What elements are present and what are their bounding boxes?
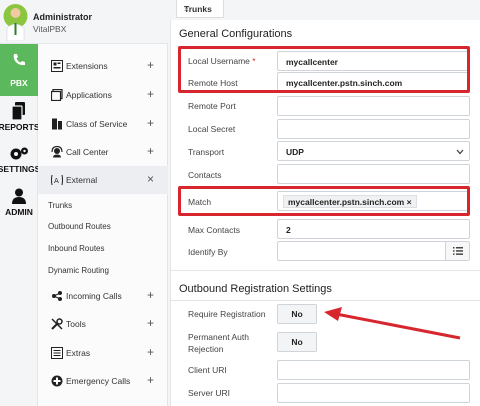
- expand-icon[interactable]: +: [147, 87, 154, 101]
- menu-item-class-of-service[interactable]: Class of Service +: [38, 110, 168, 138]
- label-max-contacts: Max Contacts: [188, 225, 240, 235]
- client-uri-input[interactable]: [277, 360, 470, 380]
- label-local-secret: Local Secret: [188, 124, 236, 134]
- menu-item-label: Incoming Calls: [66, 291, 122, 301]
- require-registration-toggle[interactable]: No: [277, 304, 317, 324]
- highlight-box-match: [178, 186, 470, 216]
- close-icon[interactable]: ×: [184, 4, 189, 14]
- rail-pbx[interactable]: PBX: [0, 44, 38, 96]
- expand-icon[interactable]: +: [147, 373, 154, 387]
- highlight-box-credentials: [178, 46, 470, 93]
- menu-item-tools[interactable]: Tools +: [38, 310, 168, 338]
- user-icon: [12, 188, 26, 204]
- identify-by-select[interactable]: [277, 241, 470, 261]
- tools-icon: [51, 318, 63, 330]
- avatar: [3, 4, 28, 41]
- menu-item-label: Extras: [66, 348, 91, 358]
- menu-item-external[interactable]: A External ×: [38, 166, 168, 194]
- label-remote-port: Remote Port: [188, 101, 236, 111]
- transport-select[interactable]: UDP: [277, 141, 470, 161]
- submenu-inbound-routes[interactable]: Inbound Routes: [48, 244, 105, 253]
- user-name: Administrator: [33, 12, 93, 22]
- label-identify-by: Identify By: [188, 247, 228, 257]
- remote-port-input[interactable]: [277, 96, 470, 116]
- menu-item-label: External: [66, 175, 98, 185]
- field-value: 2: [286, 225, 291, 235]
- rail-reports[interactable]: REPORTS: [0, 96, 40, 144]
- menu-item-extensions[interactable]: Extensions +: [38, 52, 168, 80]
- label-server-uri: Server URI: [188, 388, 231, 398]
- tab-trunks[interactable]: Trunks ×: [176, 0, 224, 18]
- incoming-calls-icon: [52, 291, 62, 301]
- menu-item-label: Call Center: [66, 147, 109, 157]
- menu-item-applications[interactable]: Applications +: [38, 81, 168, 109]
- collapse-icon[interactable]: ×: [147, 172, 154, 186]
- menu-item-label: Class of Service: [66, 119, 128, 129]
- menu-item-label: Emergency Calls: [66, 376, 131, 386]
- section-title-outbound: Outbound Registration Settings: [179, 283, 332, 295]
- icon-rail: PBX REPORTS SETTINGS ADMIN: [0, 44, 40, 406]
- label-permanent-auth-line2: Rejection: [188, 344, 224, 354]
- submenu-trunks[interactable]: Trunks: [48, 201, 72, 210]
- expand-icon[interactable]: +: [147, 288, 154, 302]
- rail-settings[interactable]: SETTINGS: [0, 144, 40, 188]
- label-require-registration: Require Registration: [188, 309, 266, 319]
- user-subtitle: VitalPBX: [33, 24, 67, 34]
- expand-icon[interactable]: +: [147, 345, 154, 359]
- field-value: UDP: [286, 147, 304, 157]
- expand-icon[interactable]: +: [147, 58, 154, 72]
- list-icon[interactable]: [445, 242, 469, 260]
- phone-icon: [13, 54, 25, 66]
- tab-bar: Trunks ×: [168, 0, 480, 20]
- menu-item-incoming-calls[interactable]: Incoming Calls +: [38, 282, 168, 310]
- menu-item-extras[interactable]: Extras +: [38, 339, 168, 367]
- menu-item-emergency-calls[interactable]: Emergency Calls +: [38, 367, 168, 395]
- extras-icon: [51, 347, 63, 359]
- reports-icon: [12, 102, 25, 120]
- annotation-arrow-icon: [324, 307, 461, 340]
- sidebar-menu: Extensions + Applications + Class of Ser…: [38, 44, 168, 406]
- svg-text:A: A: [54, 177, 59, 185]
- class-of-service-icon: [52, 118, 62, 130]
- call-center-icon: [51, 146, 63, 158]
- rail-admin[interactable]: ADMIN: [0, 188, 38, 232]
- label-transport: Transport: [188, 147, 225, 157]
- section-title-general: General Configurations: [179, 28, 293, 40]
- expand-icon[interactable]: +: [147, 144, 154, 158]
- menu-item-call-center[interactable]: Call Center +: [38, 138, 168, 166]
- server-uri-input[interactable]: [277, 383, 470, 403]
- expand-icon[interactable]: +: [147, 316, 154, 330]
- submenu-outbound-routes[interactable]: Outbound Routes: [48, 222, 111, 231]
- submenu-dynamic-routing[interactable]: Dynamic Routing: [48, 266, 109, 275]
- section-divider: [171, 270, 480, 271]
- label-permanent-auth-line1: Permanent Auth: [188, 332, 249, 342]
- chevron-down-icon: [456, 149, 464, 155]
- external-icon: A: [51, 174, 63, 186]
- menu-item-label: Tools: [66, 319, 86, 329]
- emergency-calls-icon: [51, 375, 63, 387]
- gears-icon: [10, 147, 28, 160]
- menu-item-label: Applications: [66, 90, 112, 100]
- max-contacts-input[interactable]: 2: [277, 219, 470, 239]
- permanent-auth-rejection-toggle[interactable]: No: [277, 332, 317, 352]
- label-contacts: Contacts: [188, 170, 222, 180]
- menu-item-label: Extensions: [66, 61, 108, 71]
- user-panel: Administrator VitalPBX: [0, 0, 168, 44]
- extensions-icon: [51, 60, 63, 72]
- section-divider: [171, 300, 480, 301]
- expand-icon[interactable]: +: [147, 116, 154, 130]
- applications-icon: [51, 89, 63, 101]
- contacts-input[interactable]: [277, 164, 470, 184]
- label-client-uri: Client URI: [188, 365, 227, 375]
- local-secret-input[interactable]: [277, 119, 470, 139]
